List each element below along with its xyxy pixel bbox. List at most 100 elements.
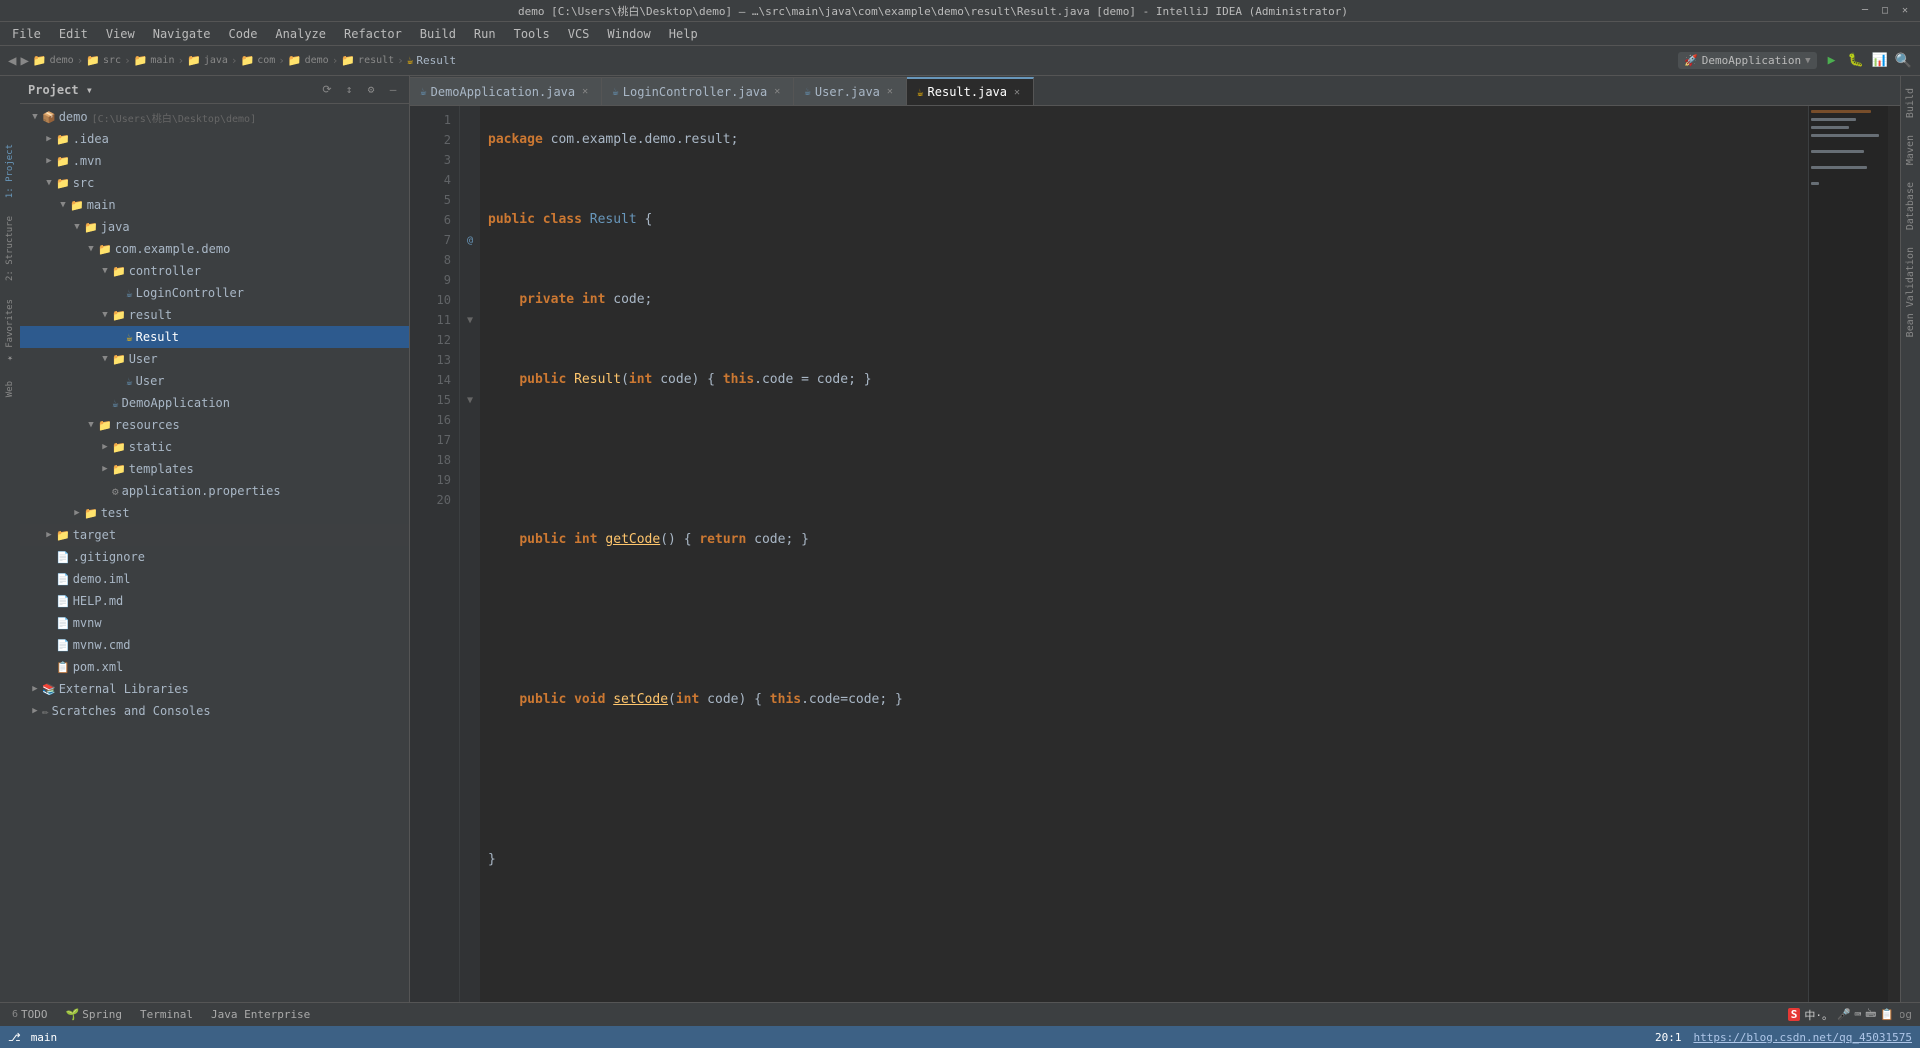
tab-result-java[interactable]: ☕ Result.java ✕ — [907, 77, 1034, 105]
run-config-selector[interactable]: 🚀 DemoApplication ▼ — [1678, 52, 1816, 69]
tree-item-target[interactable]: ▶ 📁 target — [20, 524, 409, 546]
tree-item-pom-xml[interactable]: ▶ 📋 pom.xml — [20, 656, 409, 678]
nav-forward-icon[interactable]: ▶ — [20, 53, 28, 69]
bottom-tab-java-enterprise[interactable]: Java Enterprise — [207, 1003, 314, 1026]
menu-refactor[interactable]: Refactor — [336, 25, 410, 43]
systray-sougou: S — [1788, 1008, 1801, 1021]
menu-run[interactable]: Run — [466, 25, 504, 43]
menu-analyze[interactable]: Analyze — [267, 25, 334, 43]
sidebar-settings-btn[interactable]: ⚙ — [363, 82, 379, 98]
tree-item-result-java[interactable]: ▶ ☕ Result — [20, 326, 409, 348]
tab-close-demoapplication[interactable]: ✕ — [579, 86, 591, 97]
code-line-15: public void setCode(int code) { this.cod… — [488, 690, 1800, 710]
tab-user-java[interactable]: ☕ User.java ✕ — [794, 77, 907, 105]
menu-vcs[interactable]: VCS — [560, 25, 598, 43]
tree-item-controller[interactable]: ▼ 📁 controller — [20, 260, 409, 282]
code-line-13 — [488, 610, 1800, 630]
tree-item-test[interactable]: ▶ 📁 test — [20, 502, 409, 524]
menu-view[interactable]: View — [98, 25, 143, 43]
sidebar-sync-btn[interactable]: ⟳ — [319, 82, 335, 98]
gutter-annotation-icon[interactable]: @ — [462, 230, 478, 250]
tree-item-mvnw[interactable]: ▶ 📄 mvnw — [20, 612, 409, 634]
minimize-button[interactable]: ─ — [1858, 4, 1872, 18]
gutter-fold-icon-11[interactable]: ▼ — [462, 310, 478, 330]
tab-logincontroller-java[interactable]: ☕ LoginController.java ✕ — [602, 77, 794, 105]
right-tool-database[interactable]: Database — [1903, 174, 1918, 238]
tree-item-scratches[interactable]: ▶ ✏ Scratches and Consoles — [20, 700, 409, 722]
tab-close-result[interactable]: ✕ — [1011, 87, 1023, 98]
code-line-12 — [488, 570, 1800, 590]
panel-favorites[interactable]: ★ Favorites — [3, 291, 17, 371]
code-editor[interactable]: package com.example.demo.result; public … — [480, 106, 1808, 1002]
maximize-button[interactable]: □ — [1878, 4, 1892, 18]
gutter-fold-icon-15[interactable]: ▼ — [462, 390, 478, 410]
tree-item-com-example-demo[interactable]: ▼ 📁 com.example.demo — [20, 238, 409, 260]
right-scrollbar[interactable] — [1888, 106, 1900, 1002]
menu-build[interactable]: Build — [412, 25, 464, 43]
tree-item-demoapplication[interactable]: ▶ ☕ DemoApplication — [20, 392, 409, 414]
panel-project[interactable]: 1: Project — [3, 136, 17, 206]
panel-structure[interactable]: 2: Structure — [3, 208, 17, 289]
tree-item-resources[interactable]: ▼ 📁 resources — [20, 414, 409, 436]
tree-item-user-java[interactable]: ▶ ☕ User — [20, 370, 409, 392]
tab-close-user[interactable]: ✕ — [884, 86, 896, 97]
tree-item-mvn[interactable]: ▶ 📁 .mvn — [20, 150, 409, 172]
run-button[interactable]: ▶ — [1823, 52, 1841, 70]
tree-item-gitignore[interactable]: ▶ 📄 .gitignore — [20, 546, 409, 568]
menu-file[interactable]: File — [4, 25, 49, 43]
sidebar-header: Project ▾ ⟳ ↕ ⚙ — — [20, 76, 409, 104]
right-tool-build[interactable]: Build — [1903, 80, 1918, 126]
tree-item-user-folder[interactable]: ▼ 📁 User — [20, 348, 409, 370]
git-branch-label[interactable]: main — [31, 1031, 58, 1044]
tree-item-external-libraries[interactable]: ▶ 📚 External Libraries — [20, 678, 409, 700]
tab-demoapplication-java[interactable]: ☕ DemoApplication.java ✕ — [410, 77, 602, 105]
tree-item-src[interactable]: ▼ 📁 src — [20, 172, 409, 194]
tree-item-logincontroller[interactable]: ▶ ☕ LoginController — [20, 282, 409, 304]
systray-text: 中·。 — [1804, 1007, 1833, 1023]
bottom-tab-spring[interactable]: 🌱 Spring — [62, 1003, 126, 1026]
fold-icon-15: ▼ — [467, 395, 473, 406]
tree-item-help-md[interactable]: ▶ 📄 HELP.md — [20, 590, 409, 612]
menu-edit[interactable]: Edit — [51, 25, 96, 43]
url-reference[interactable]: https://blog.csdn.net/qq_45031575 — [1693, 1031, 1912, 1044]
breadcrumb-demo[interactable]: 📁 — [33, 54, 47, 67]
tree-item-idea[interactable]: ▶ 📁 .idea — [20, 128, 409, 150]
menu-window[interactable]: Window — [599, 25, 658, 43]
tab-close-logincontroller[interactable]: ✕ — [771, 86, 783, 97]
title-text: demo [C:\Users\桃白\Desktop\demo] – …\src\… — [8, 3, 1858, 19]
sidebar-hide-btn[interactable]: — — [385, 82, 401, 98]
menu-code[interactable]: Code — [221, 25, 266, 43]
menu-tools[interactable]: Tools — [506, 25, 558, 43]
code-line-19: } — [488, 850, 1800, 870]
tree-item-demo-root[interactable]: ▼ 📦 demo [C:\Users\桃白\Desktop\demo] — [20, 106, 409, 128]
right-tool-bean-validation[interactable]: Bean Validation — [1903, 239, 1918, 345]
search-button[interactable]: 🔍 — [1895, 53, 1912, 69]
menu-navigate[interactable]: Navigate — [145, 25, 219, 43]
git-branch-icon: ⎇ — [8, 1031, 21, 1044]
panel-web[interactable]: Web — [3, 373, 17, 405]
tree-item-templates[interactable]: ▶ 📁 templates — [20, 458, 409, 480]
left-panel-icons: 1: Project 2: Structure ★ Favorites Web — [0, 76, 20, 1002]
editor-content: 1 2 3 4 5 6 7 8 9 10 11 12 13 14 15 16 1… — [410, 106, 1900, 1002]
tree-item-mvnw-cmd[interactable]: ▶ 📄 mvnw.cmd — [20, 634, 409, 656]
sidebar-collapse-btn[interactable]: ↕ — [341, 82, 357, 98]
tree-item-java[interactable]: ▼ 📁 java — [20, 216, 409, 238]
menu-help[interactable]: Help — [661, 25, 706, 43]
profile-button[interactable]: 📊 — [1871, 52, 1889, 70]
line-numbers: 1 2 3 4 5 6 7 8 9 10 11 12 13 14 15 16 1… — [410, 106, 460, 1002]
right-tool-maven[interactable]: Maven — [1903, 127, 1918, 173]
bottom-tab-todo[interactable]: 6 TODO — [8, 1003, 52, 1026]
code-line-9 — [488, 450, 1800, 470]
close-button[interactable]: ✕ — [1898, 4, 1912, 18]
tab-label-user: User.java — [815, 85, 880, 99]
systray-kb2: 🖮 — [1865, 1005, 1876, 1024]
bottom-tab-terminal[interactable]: Terminal — [136, 1003, 197, 1026]
tree-item-demo-iml[interactable]: ▶ 📄 demo.iml — [20, 568, 409, 590]
debug-button[interactable]: 🐛 — [1847, 52, 1865, 70]
tree-item-application-properties[interactable]: ▶ ⚙ application.properties — [20, 480, 409, 502]
nav-back-icon[interactable]: ◀ — [8, 53, 16, 69]
tree-item-main[interactable]: ▼ 📁 main — [20, 194, 409, 216]
line-col-indicator[interactable]: 20:1 — [1655, 1031, 1682, 1044]
tree-item-static[interactable]: ▶ 📁 static — [20, 436, 409, 458]
tree-item-result-folder[interactable]: ▼ 📁 result — [20, 304, 409, 326]
